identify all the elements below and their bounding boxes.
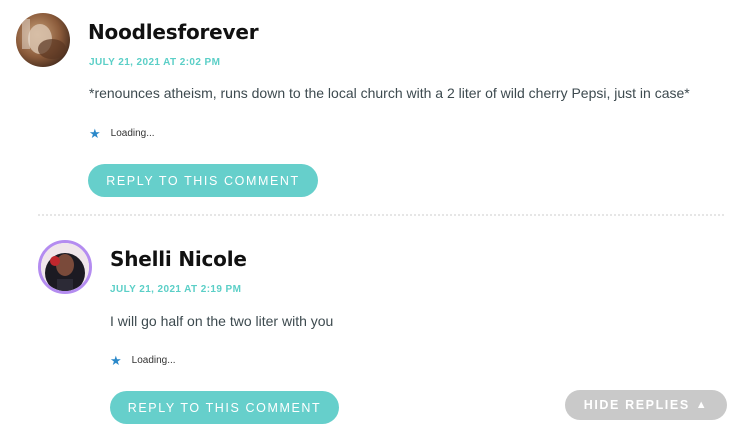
hide-replies-button[interactable]: HIDE REPLIES ▲ (565, 390, 727, 420)
star-icon[interactable]: ★ (110, 354, 122, 367)
thread-divider (38, 214, 724, 216)
comment-date-link[interactable]: JULY 21, 2021 AT 2:19 PM (110, 284, 241, 295)
reply-button[interactable]: REPLY TO THIS COMMENT (88, 164, 318, 197)
user-photo-icon (16, 13, 70, 67)
comment-author[interactable]: Shelli Nicole (110, 247, 247, 271)
comment-text: I will go half on the two liter with you (110, 313, 334, 329)
comment-text: *renounces atheism, runs down to the loc… (89, 85, 690, 101)
user-photo-icon (41, 243, 89, 291)
like-status: Loading... (131, 355, 176, 366)
reply-button[interactable]: REPLY TO THIS COMMENT (110, 391, 339, 424)
avatar[interactable] (38, 240, 92, 294)
like-status: Loading... (110, 128, 155, 139)
triangle-up-icon: ▲ (695, 399, 709, 411)
like-widget: ★ Loading... (89, 127, 155, 140)
comment-author[interactable]: Noodlesforever (88, 20, 259, 44)
comment-date-link[interactable]: JULY 21, 2021 AT 2:02 PM (89, 57, 220, 68)
star-icon[interactable]: ★ (89, 127, 101, 140)
hide-replies-label: HIDE REPLIES (583, 398, 690, 412)
avatar[interactable] (16, 13, 70, 67)
like-widget: ★ Loading... (110, 354, 176, 367)
